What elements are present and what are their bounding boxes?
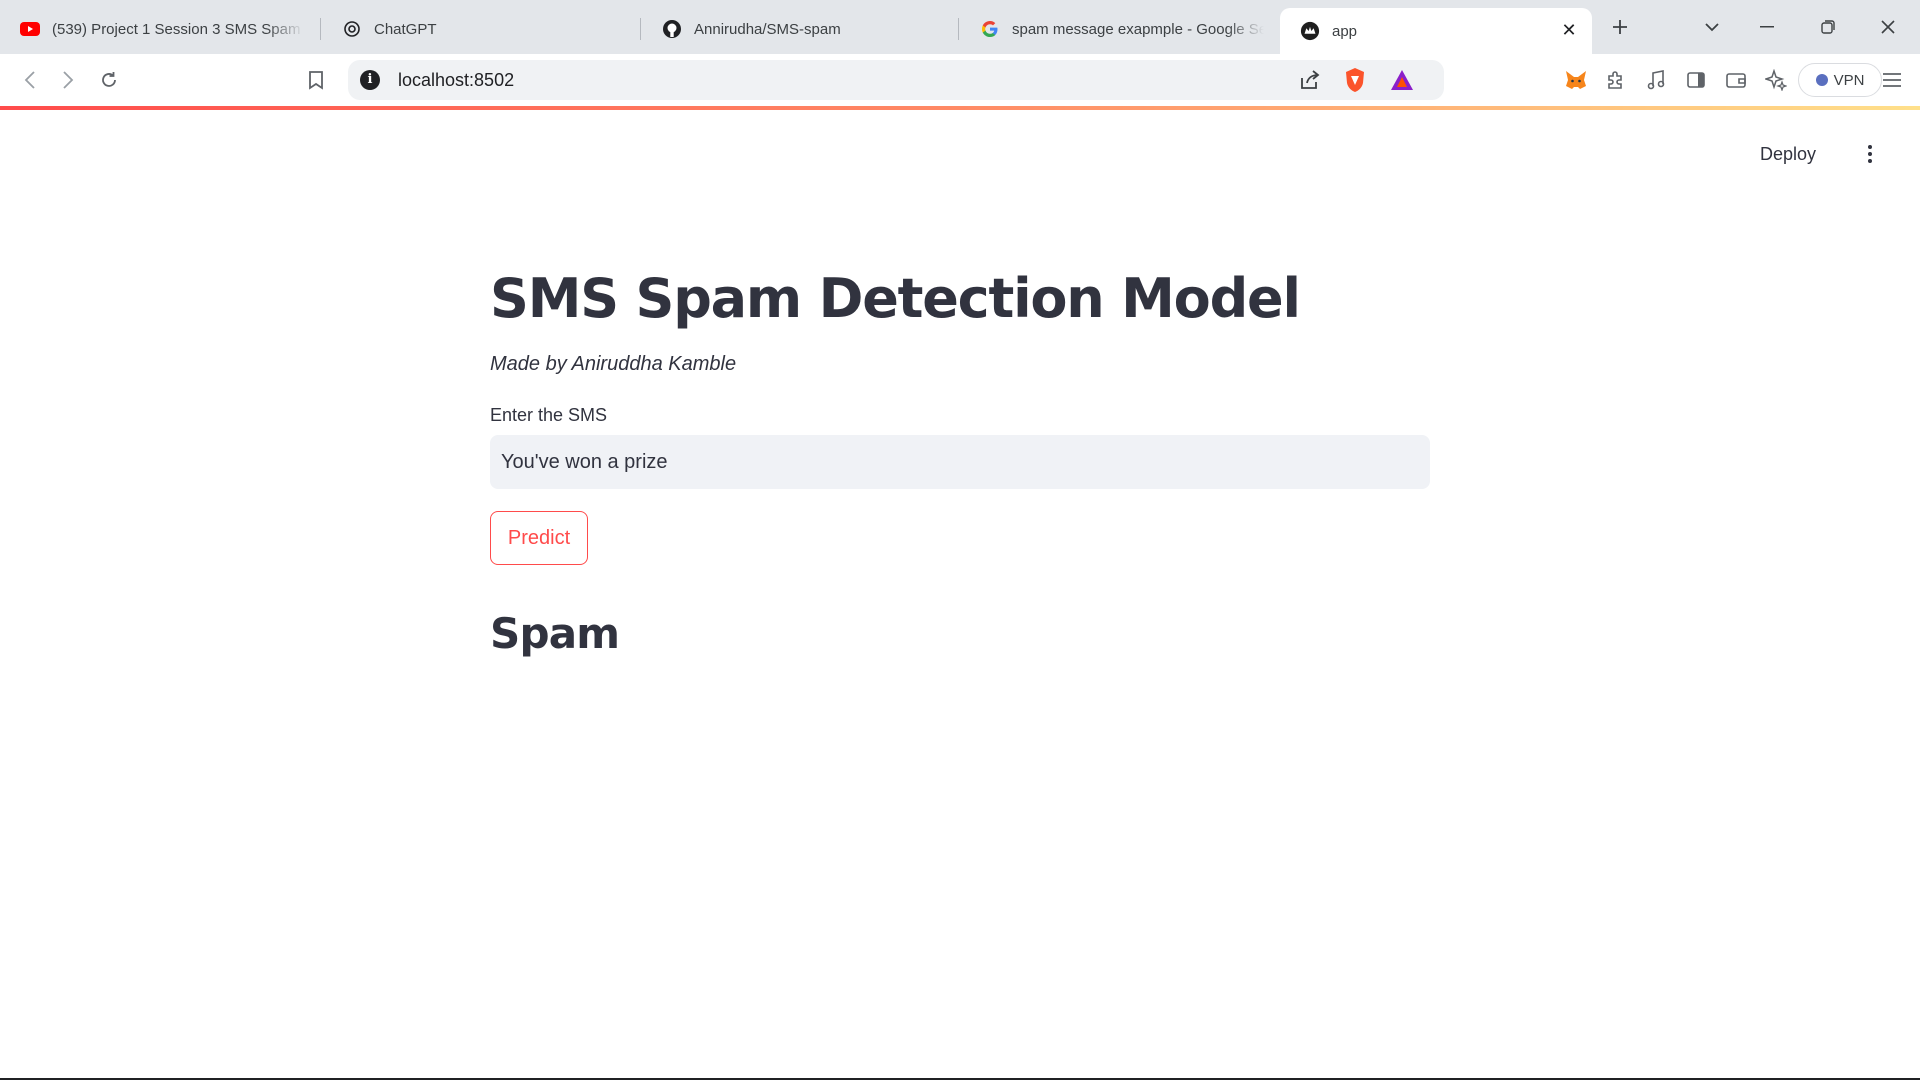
- tab-title: ChatGPT: [374, 20, 437, 38]
- tab-separator: [958, 18, 959, 40]
- browser-toolbar: i localhost:8502 VPN: [0, 54, 1920, 106]
- media-music-icon[interactable]: [1640, 64, 1672, 96]
- share-icon[interactable]: [1298, 68, 1322, 97]
- close-tab-icon[interactable]: ✕: [1560, 21, 1578, 39]
- vpn-button[interactable]: VPN: [1798, 63, 1882, 97]
- tab-title: app: [1332, 22, 1358, 40]
- new-tab-button[interactable]: [1604, 12, 1636, 42]
- streamlit-icon: [1300, 21, 1320, 41]
- restore-button[interactable]: [1812, 12, 1844, 42]
- forward-button[interactable]: [52, 64, 84, 96]
- tab-search-chevron-icon[interactable]: [1696, 12, 1728, 42]
- tab-youtube[interactable]: (539) Project 1 Session 3 SMS Spam De: [0, 8, 318, 50]
- main-content: SMS Spam Detection Model Made by Anirudd…: [490, 264, 1430, 658]
- bookmark-icon[interactable]: [300, 64, 332, 96]
- brave-shield-icon[interactable]: [1344, 67, 1366, 98]
- youtube-icon: [20, 19, 40, 39]
- back-button[interactable]: [14, 64, 46, 96]
- tab-github[interactable]: Annirudha/SMS-spam: [642, 8, 960, 50]
- tab-google-search[interactable]: spam message exapmple - Google Sea: [960, 8, 1278, 50]
- tab-separator: [320, 18, 321, 40]
- close-window-button[interactable]: [1872, 12, 1904, 42]
- chatgpt-icon: [342, 19, 362, 39]
- brave-rewards-icon[interactable]: [1390, 69, 1414, 96]
- google-icon: [980, 19, 1000, 39]
- metamask-icon[interactable]: [1560, 64, 1592, 96]
- author-caption: Made by Aniruddha Kamble: [490, 353, 737, 375]
- menu-hamburger-icon[interactable]: [1876, 64, 1908, 96]
- url-text: localhost:8502: [398, 70, 515, 90]
- site-info-icon[interactable]: i: [360, 70, 380, 90]
- page-title: SMS Spam Detection Model: [490, 267, 1301, 330]
- github-icon: [662, 19, 682, 39]
- deploy-button[interactable]: Deploy: [1760, 144, 1816, 165]
- tab-strip: (539) Project 1 Session 3 SMS Spam De Ch…: [0, 0, 1920, 54]
- vpn-label: VPN: [1833, 71, 1865, 89]
- tab-separator: [640, 18, 641, 40]
- minimize-button[interactable]: [1752, 12, 1784, 42]
- tab-chatgpt[interactable]: ChatGPT: [322, 8, 640, 50]
- vpn-status-icon: [1815, 74, 1828, 86]
- tab-title: (539) Project 1 Session 3 SMS Spam De: [52, 20, 304, 38]
- wallet-icon[interactable]: [1720, 64, 1752, 96]
- sms-input[interactable]: [490, 435, 1430, 489]
- tab-app-active[interactable]: app ✕: [1280, 8, 1592, 54]
- predict-button[interactable]: Predict: [490, 511, 588, 565]
- prediction-result: Spam: [490, 609, 620, 658]
- extensions-icon[interactable]: [1600, 64, 1632, 96]
- address-bar[interactable]: i localhost:8502: [348, 60, 1444, 100]
- leo-ai-sparkle-icon[interactable]: [1760, 64, 1792, 96]
- tab-title: spam message exapmple - Google Sea: [1012, 20, 1264, 38]
- sms-input-label: Enter the SMS: [490, 405, 608, 425]
- app-page: Deploy SMS Spam Detection Model Made by …: [0, 110, 1920, 1080]
- sidebar-toggle-icon[interactable]: [1680, 64, 1712, 96]
- main-menu-kebab-icon[interactable]: [1858, 142, 1882, 166]
- reload-button[interactable]: [93, 64, 125, 96]
- tab-title: Annirudha/SMS-spam: [694, 20, 841, 38]
